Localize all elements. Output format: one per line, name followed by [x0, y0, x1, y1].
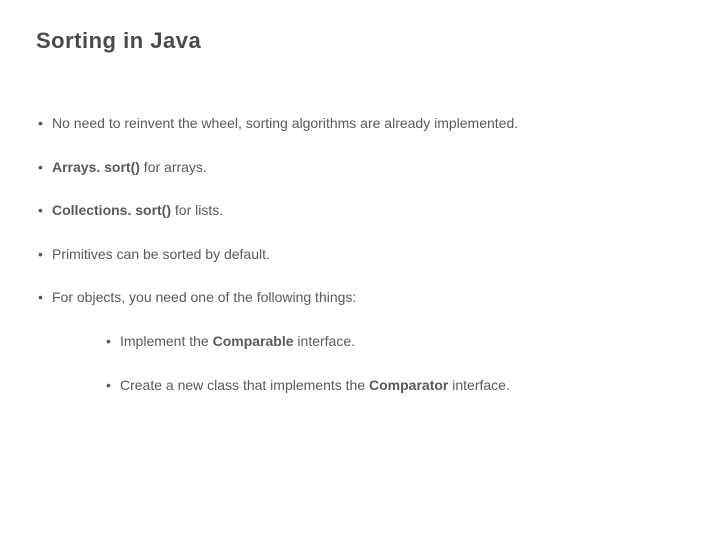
bullet-text-suffix: For objects, you need one of the followi…: [52, 289, 356, 305]
sub-bullet-bold: Comparator: [369, 377, 448, 393]
bullet-item: No need to reinvent the wheel, sorting a…: [36, 114, 684, 134]
bullet-text-bold: Arrays. sort(): [52, 159, 140, 175]
bullet-text-bold: Collections. sort(): [52, 202, 171, 218]
sub-bullet-bold: Comparable: [213, 333, 294, 349]
sub-bullet-prefix: Implement the: [120, 333, 213, 349]
bullet-item: For objects, you need one of the followi…: [36, 288, 684, 395]
bullet-text-suffix: for arrays.: [140, 159, 207, 175]
sub-bullet-suffix: interface.: [294, 333, 355, 349]
bullet-item: Collections. sort() for lists.: [36, 201, 684, 221]
bullet-item: Primitives can be sorted by default.: [36, 245, 684, 265]
bullet-text-suffix: No need to reinvent the wheel, sorting a…: [52, 115, 518, 131]
bullet-text-suffix: for lists.: [171, 202, 223, 218]
sub-bullet-suffix: interface.: [448, 377, 509, 393]
main-bullet-list: No need to reinvent the wheel, sorting a…: [36, 114, 684, 395]
sub-bullet-item: Create a new class that implements the C…: [104, 376, 684, 396]
sub-bullet-list: Implement the Comparable interface. Crea…: [104, 332, 684, 395]
bullet-text-suffix: Primitives can be sorted by default.: [52, 246, 270, 262]
sub-bullet-item: Implement the Comparable interface.: [104, 332, 684, 352]
slide-title: Sorting in Java: [36, 28, 684, 54]
bullet-item: Arrays. sort() for arrays.: [36, 158, 684, 178]
sub-bullet-prefix: Create a new class that implements the: [120, 377, 369, 393]
